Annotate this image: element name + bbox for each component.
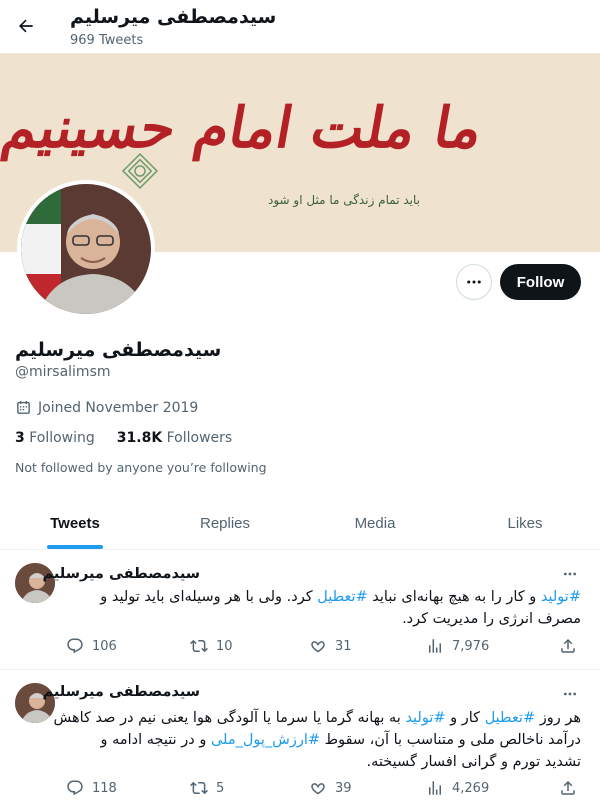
tweet-line: مصرف انرژی را مدیریت کرد. bbox=[402, 611, 581, 627]
tweet-more-button[interactable] bbox=[558, 564, 582, 584]
banner-calligraphy: ما ملت امام حسینیم bbox=[0, 95, 488, 161]
retweet-button[interactable]: 10 bbox=[190, 637, 233, 655]
like-count: 31 bbox=[335, 638, 352, 654]
tab-likes[interactable]: Likes bbox=[450, 498, 600, 549]
text-span: کار و bbox=[445, 710, 485, 726]
text-span: هر روز bbox=[535, 710, 581, 726]
header-title: سیدمصطفی میرسلیم bbox=[70, 6, 277, 28]
tweet-line: تشدید تورم و گرانی افسار گسیخته. bbox=[366, 754, 581, 770]
reply-icon bbox=[67, 638, 83, 654]
reply-icon bbox=[67, 780, 83, 796]
followers-count: 31.8K bbox=[116, 430, 163, 446]
reply-button[interactable]: 118 bbox=[66, 779, 117, 797]
ellipsis-icon bbox=[564, 692, 576, 696]
followers-label: Followers bbox=[166, 430, 233, 446]
retweet-count: 5 bbox=[216, 780, 225, 796]
text-span: و کار را به هیچ بهانه‌ای نباید bbox=[367, 589, 541, 605]
retweet-icon bbox=[190, 781, 208, 795]
joined-text: Joined November 2019 bbox=[38, 399, 199, 416]
tweet-text: #تولید و کار را به هیچ بهانه‌ای نباید #ت… bbox=[15, 586, 581, 630]
views-button[interactable]: 4,269 bbox=[426, 779, 489, 797]
text-span: کرد. ولی با هر وسیله‌ای باید تولید و bbox=[100, 589, 318, 605]
calendar-icon bbox=[17, 401, 30, 414]
tweet-2[interactable]: سیدمصطفی میرسلیم هر روز #تعطیل کار و #تو… bbox=[0, 670, 600, 810]
tweet-author[interactable]: سیدمصطفی میرسلیم bbox=[43, 566, 200, 582]
followers-link[interactable]: 31.8K Followers bbox=[117, 430, 232, 446]
views-count: 7,976 bbox=[452, 638, 490, 654]
tab-media[interactable]: Media bbox=[300, 498, 450, 549]
avatar-photo bbox=[21, 184, 151, 314]
tweet-actions: 106 10 31 7,976 bbox=[66, 637, 586, 659]
hashtag-link[interactable]: #تعطیل bbox=[317, 589, 367, 605]
arrow-left-icon bbox=[18, 19, 33, 33]
profile-header: سیدمصطفی میرسلیم 969 Tweets bbox=[0, 0, 600, 53]
share-button[interactable] bbox=[559, 637, 577, 655]
hashtag-link[interactable]: #تعطیل bbox=[485, 710, 535, 726]
more-options-button[interactable] bbox=[456, 264, 492, 300]
retweet-icon bbox=[190, 639, 208, 653]
like-count: 39 bbox=[335, 780, 352, 796]
like-button[interactable]: 39 bbox=[309, 779, 352, 797]
hashtag-link[interactable]: #تولید bbox=[541, 589, 581, 605]
joined-date: Joined November 2019 bbox=[15, 399, 198, 416]
share-icon bbox=[561, 780, 575, 795]
profile-handle: @mirsalimsm bbox=[15, 364, 111, 380]
share-icon bbox=[561, 638, 575, 653]
profile-tabs: Tweets Replies Media Likes bbox=[0, 498, 600, 550]
tweet-line: #تولید و کار را به هیچ بهانه‌ای نباید #ت… bbox=[15, 586, 581, 608]
text-span: و در نتیجه ادامه و bbox=[100, 732, 211, 748]
tweet-actions: 118 5 39 4,269 bbox=[66, 779, 586, 801]
hashtag-link[interactable]: #ارزش_پول_ملی bbox=[211, 732, 320, 748]
retweet-button[interactable]: 5 bbox=[190, 779, 224, 797]
tab-replies[interactable]: Replies bbox=[150, 498, 300, 549]
following-count: 3 bbox=[15, 430, 25, 446]
text-span: درآمد ناخالص ملی و متناسب با آن، سقوط bbox=[320, 732, 581, 748]
tweet-1[interactable]: سیدمصطفی میرسلیم #تولید و کار را به هیچ … bbox=[0, 550, 600, 670]
header-tweet-count: 969 Tweets bbox=[70, 33, 144, 48]
heart-icon bbox=[311, 641, 325, 653]
back-button[interactable] bbox=[12, 12, 40, 40]
retweet-count: 10 bbox=[216, 638, 233, 654]
views-icon bbox=[429, 639, 441, 653]
profile-display-name: سیدمصطفی میرسلیم bbox=[15, 339, 222, 361]
tab-tweets[interactable]: Tweets bbox=[0, 498, 150, 549]
tweet-more-button[interactable] bbox=[558, 684, 582, 704]
reply-button[interactable]: 106 bbox=[66, 637, 117, 655]
views-icon bbox=[429, 781, 441, 795]
follow-button[interactable]: Follow bbox=[500, 264, 581, 300]
heart-icon bbox=[311, 783, 325, 795]
tweet-author[interactable]: سیدمصطفی میرسلیم bbox=[43, 684, 200, 700]
reply-count: 118 bbox=[92, 780, 117, 796]
ellipsis-icon bbox=[564, 572, 576, 576]
views-count: 4,269 bbox=[452, 780, 490, 796]
tweet-line: هر روز #تعطیل کار و #تولید به بهانه گرما… bbox=[15, 707, 581, 729]
not-followed-note: Not followed by anyone you’re following bbox=[15, 460, 267, 475]
following-link[interactable]: 3 Following bbox=[15, 430, 95, 446]
banner-subtitle: باید تمام زندگی ما مثل او شود bbox=[268, 193, 420, 207]
ellipsis-icon bbox=[467, 280, 481, 284]
share-button[interactable] bbox=[559, 779, 577, 797]
follow-counts: 3 Following 31.8K Followers bbox=[15, 430, 232, 446]
hashtag-link[interactable]: #تولید bbox=[405, 710, 445, 726]
reply-count: 106 bbox=[92, 638, 117, 654]
tweet-text: هر روز #تعطیل کار و #تولید به بهانه گرما… bbox=[15, 707, 581, 773]
following-label: Following bbox=[29, 430, 95, 446]
views-button[interactable]: 7,976 bbox=[426, 637, 489, 655]
tweet-line: درآمد ناخالص ملی و متناسب با آن، سقوط #ا… bbox=[15, 729, 581, 751]
text-span: به بهانه گرما یا سرما یا آلودگی هوا یعنی… bbox=[53, 710, 406, 726]
like-button[interactable]: 31 bbox=[309, 637, 352, 655]
profile-avatar[interactable] bbox=[17, 180, 155, 318]
